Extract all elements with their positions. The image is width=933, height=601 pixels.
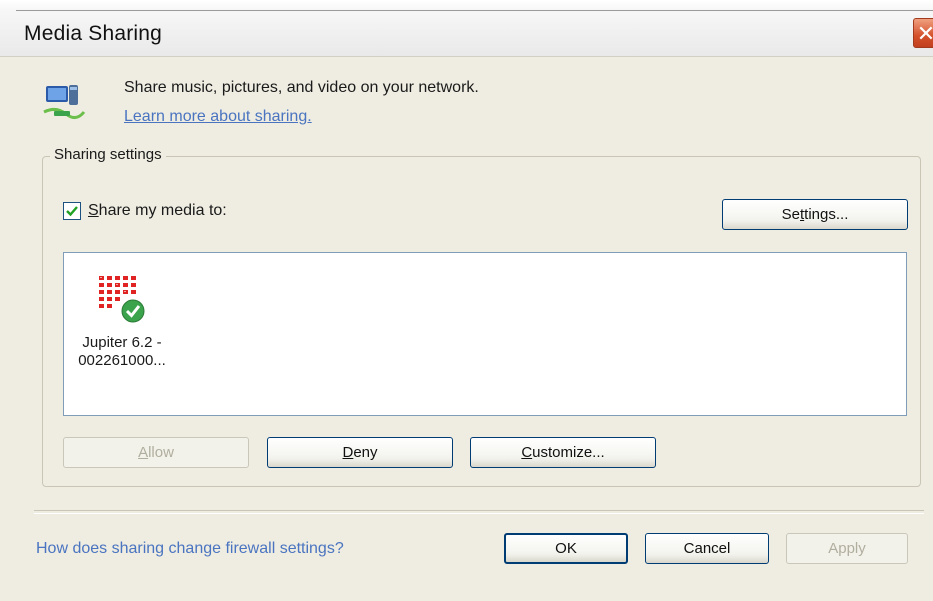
header-description: Share music, pictures, and video on your…: [124, 79, 479, 96]
share-media-checkbox[interactable]: [63, 202, 81, 220]
title-bar-border: [16, 10, 933, 11]
device-name-line-1: Jupiter 6.2 -: [82, 334, 162, 351]
ok-button[interactable]: OK: [504, 533, 628, 564]
apply-button[interactable]: Apply: [786, 533, 908, 564]
cancel-button[interactable]: Cancel: [645, 533, 769, 564]
footer-separator: [34, 510, 924, 514]
customize-button[interactable]: Customize...: [470, 437, 656, 468]
checkmark-icon: [66, 206, 78, 217]
media-sharing-dialog: Media Sharing ✕ Share music, pictures, a…: [0, 0, 933, 601]
close-icon: ✕: [916, 21, 933, 46]
share-media-label[interactable]: Share my media to:: [88, 202, 227, 220]
media-device-icon[interactable]: [97, 274, 147, 326]
device-name[interactable]: Jupiter 6.2 - 002261000...: [62, 334, 182, 370]
allow-button[interactable]: Allow: [63, 437, 249, 468]
device-list[interactable]: [63, 252, 907, 416]
learn-more-link[interactable]: Learn more about sharing.: [124, 108, 312, 126]
media-sharing-icon: [42, 80, 86, 124]
firewall-settings-link[interactable]: How does sharing change firewall setting…: [36, 540, 344, 558]
device-name-line-2: 002261000...: [78, 352, 166, 369]
sharing-settings-label: Sharing settings: [50, 146, 166, 163]
deny-button[interactable]: Deny: [267, 437, 453, 468]
title-bar[interactable]: Media Sharing ✕: [0, 0, 933, 57]
window-title: Media Sharing: [24, 22, 163, 45]
settings-button[interactable]: Settings...: [722, 199, 908, 230]
close-button[interactable]: ✕: [913, 18, 933, 48]
